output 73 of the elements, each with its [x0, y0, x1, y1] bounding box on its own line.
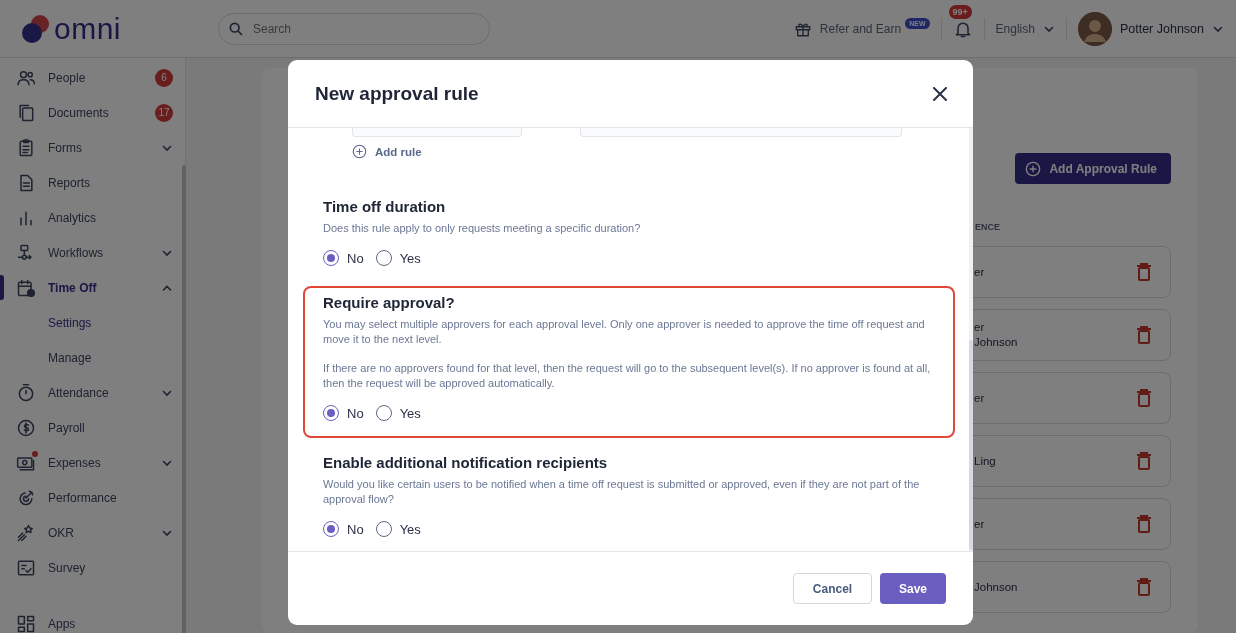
cancel-button[interactable]: Cancel	[793, 573, 872, 604]
calendar-clock-icon	[16, 277, 36, 298]
sidebar-subitem[interactable]: Manage	[48, 350, 92, 365]
documents-icon	[16, 102, 36, 123]
input-field[interactable]	[352, 128, 522, 137]
clipboard-icon	[16, 137, 36, 158]
plus-circle-icon	[1025, 160, 1042, 177]
count-badge: 17	[155, 103, 173, 122]
radio-option[interactable]: No	[323, 521, 364, 537]
row-text: Johnson	[974, 579, 1019, 595]
section-title: Time off duration	[323, 198, 447, 215]
dollar-icon	[16, 417, 36, 438]
column-header: ENCE	[975, 222, 1000, 232]
sidebar-item[interactable]: Apps	[0, 606, 185, 633]
sidebar-item[interactable]: Payroll	[0, 410, 185, 445]
trash-icon[interactable]	[1136, 515, 1152, 533]
row-text: Johnson	[974, 335, 1019, 350]
sidebar-item[interactable]: Expenses	[0, 445, 185, 480]
trash-icon[interactable]	[1136, 452, 1152, 470]
sidebar-item[interactable]: Documents 17	[0, 95, 185, 130]
sidebar-item[interactable]: Analytics	[0, 200, 185, 235]
input-field[interactable]	[580, 128, 902, 137]
sidebar-item[interactable]: People 6	[0, 60, 185, 95]
shooting-star-icon	[16, 522, 36, 543]
section-title: Enable additional notification recipients	[323, 454, 609, 471]
radio-option[interactable]: Yes	[375, 521, 421, 537]
sidebar-item[interactable]: Time Off	[0, 270, 185, 305]
radio-option[interactable]: Yes	[375, 250, 421, 266]
row-text: er	[974, 320, 986, 335]
logo-icon	[20, 13, 52, 44]
radio-option[interactable]: No	[323, 250, 364, 266]
active-indicator	[0, 275, 4, 300]
user-name[interactable]: Potter Johnson	[1119, 21, 1204, 36]
row-text: er	[974, 516, 986, 532]
close-icon	[933, 86, 947, 101]
add-rule-button[interactable]: Add rule	[352, 144, 422, 159]
plus-circle-icon	[352, 144, 367, 159]
search-field[interactable]: Search	[218, 12, 490, 45]
close-button[interactable]	[933, 86, 947, 101]
stopwatch-icon	[16, 382, 36, 403]
sidebar-subitem[interactable]: Settings	[48, 315, 92, 330]
sidebar-item[interactable]: Reports	[0, 165, 185, 200]
sidebar-item[interactable]: OKR	[0, 515, 185, 550]
trash-icon[interactable]	[1136, 326, 1152, 344]
row-text: er	[974, 390, 986, 406]
count-badge: 6	[155, 68, 173, 87]
row-text: er	[974, 264, 986, 280]
trash-icon[interactable]	[1136, 263, 1152, 281]
notification-count: 99+	[948, 4, 972, 19]
search-icon	[228, 20, 244, 37]
section-description: Would you like certain users to be notified when a time off request is submitted or approved, even if they are not part of the approval flow?	[323, 477, 921, 507]
refer-link[interactable]: Refer and Earn	[819, 21, 902, 36]
logo-wordmark[interactable]: omni	[54, 11, 122, 46]
trash-icon[interactable]	[1136, 389, 1152, 407]
language-selector[interactable]: English	[995, 21, 1035, 36]
add-approval-rule-button[interactable]: Add Approval Rule	[1015, 153, 1171, 184]
section-description: You may select multiple approvers for each approval level. Only one approver is needed to approve the time off request and move it to the next level.	[323, 317, 926, 347]
radio-option[interactable]: No	[323, 405, 364, 421]
row-text: Ling	[974, 453, 997, 469]
section-title: Require approval?	[323, 294, 456, 311]
radio-option[interactable]: Yes	[375, 405, 421, 421]
sidebar-item[interactable]: Performance	[0, 480, 185, 515]
sidebar-item[interactable]: Attendance	[0, 375, 185, 410]
trash-icon[interactable]	[1136, 578, 1152, 596]
sidebar-item[interactable]: Workflows	[0, 235, 185, 270]
save-button[interactable]: Save	[880, 573, 946, 604]
section-description: If there are no approvers found for that level, then the request will go to the subsequent level(s). If no approver is found at all, then the request will be approved automatically.	[323, 361, 932, 391]
avatar[interactable]	[1077, 11, 1112, 46]
section-description: Does this rule apply to only requests meeting a specific duration?	[323, 221, 642, 236]
sidebar-item[interactable]: Survey	[0, 550, 185, 585]
sidebar-item[interactable]: Forms	[0, 130, 185, 165]
apps-icon	[16, 613, 36, 633]
dialog-title: New approval rule	[315, 82, 479, 105]
